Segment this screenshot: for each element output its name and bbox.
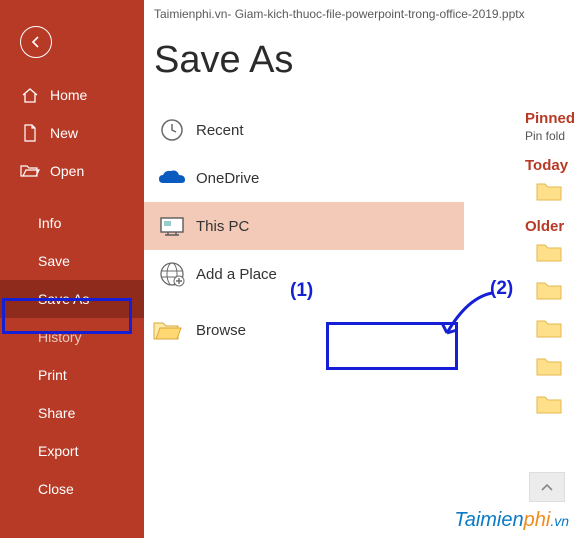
folder-icon[interactable] — [535, 180, 563, 202]
annotation-2: (2) — [490, 278, 513, 300]
location-thispc[interactable]: This PC — [144, 202, 464, 250]
sidebar-item-history: History — [0, 318, 144, 356]
annotation-1: (1) — [290, 280, 313, 302]
sidebar-item-open[interactable]: Open — [0, 152, 144, 190]
location-label-thispc: This PC — [196, 218, 249, 235]
section-older: Older — [525, 218, 577, 235]
sidebar-item-export[interactable]: Export — [0, 432, 144, 470]
addplace-icon — [152, 261, 192, 287]
location-label-addplace: Add a Place — [196, 266, 277, 283]
location-label-recent: Recent — [196, 122, 244, 139]
sidebar-item-share[interactable]: Share — [0, 394, 144, 432]
folder-icon[interactable] — [535, 317, 563, 339]
main-panel: Taimienphi.vn- Giam-kich-thuoc-file-powe… — [144, 0, 577, 538]
location-browse[interactable]: Browse — [144, 306, 464, 354]
sidebar-item-new[interactable]: New — [0, 114, 144, 152]
sidebar-item-close[interactable]: Close — [0, 470, 144, 508]
sidebar-item-print[interactable]: Print — [0, 356, 144, 394]
chevron-up-icon — [540, 482, 554, 492]
sidebar-item-saveas[interactable]: Save As — [0, 280, 144, 318]
new-icon — [20, 124, 40, 142]
section-pinned-sub: Pin fold — [525, 129, 577, 143]
sidebar-item-save[interactable]: Save — [0, 242, 144, 280]
watermark: Taimienphi.vn — [454, 509, 569, 532]
back-button[interactable] — [20, 26, 52, 58]
location-label-browse: Browse — [196, 322, 246, 339]
backstage-sidebar: Home New Open Info Save Save As History … — [0, 0, 144, 538]
sidebar-item-home[interactable]: Home — [0, 76, 144, 114]
onedrive-icon — [152, 168, 192, 188]
folder-icon[interactable] — [535, 355, 563, 377]
location-recent[interactable]: Recent — [144, 106, 464, 154]
scroll-up-button[interactable] — [529, 472, 565, 502]
browse-folder-icon — [152, 318, 192, 342]
window-title: Taimienphi.vn- Giam-kich-thuoc-file-powe… — [144, 0, 577, 21]
sidebar-item-info[interactable]: Info — [0, 204, 144, 242]
recent-icon — [152, 117, 192, 143]
back-arrow-icon — [28, 34, 44, 50]
home-icon — [20, 86, 40, 104]
folder-icon[interactable] — [535, 393, 563, 415]
page-title: Save As — [144, 21, 577, 106]
sidebar-label-open: Open — [50, 163, 84, 179]
save-location-list: Recent OneDrive This PC Add a Place — [144, 106, 464, 354]
sidebar-label-home: Home — [50, 87, 87, 103]
folder-icon[interactable] — [535, 279, 563, 301]
location-label-onedrive: OneDrive — [196, 170, 259, 187]
open-icon — [20, 162, 40, 180]
section-today: Today — [525, 157, 577, 174]
thispc-icon — [152, 215, 192, 237]
recent-files-panel: Pinned Pin fold Today Older — [525, 110, 577, 431]
sidebar-label-new: New — [50, 125, 78, 141]
folder-icon[interactable] — [535, 241, 563, 263]
app-root: Home New Open Info Save Save As History … — [0, 0, 577, 538]
location-onedrive[interactable]: OneDrive — [144, 154, 464, 202]
section-pinned: Pinned — [525, 110, 577, 127]
